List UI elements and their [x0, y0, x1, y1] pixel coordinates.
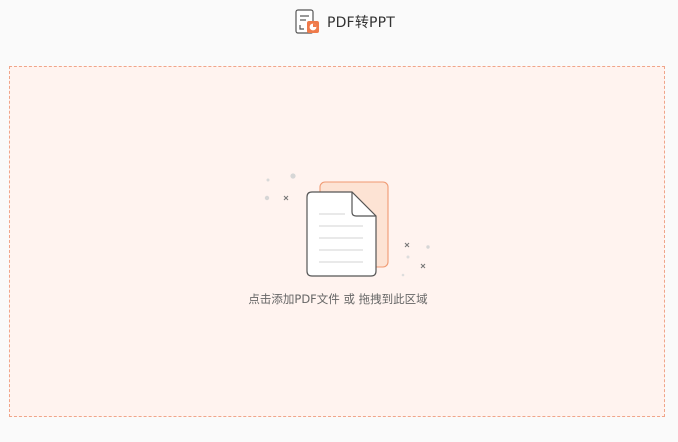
pdf-to-ppt-icon [295, 9, 319, 34]
drag-hint-text: 拖拽到此区域 [358, 292, 428, 306]
hint-separator: 或 [339, 292, 359, 306]
drop-zone-hint: 点击添加PDF文件 或 拖拽到此区域 [10, 291, 666, 307]
add-file-link[interactable]: 点击添加PDF文件 [248, 292, 339, 306]
file-drop-zone[interactable]: 点击添加PDF文件 或 拖拽到此区域 [9, 66, 665, 417]
app-header: PDF转PPT [0, 0, 678, 44]
app-title: PDF转PPT [326, 15, 396, 31]
add-file-illustration-icon [264, 173, 430, 277]
header-title-group: PDF转PPT [293, 8, 395, 36]
